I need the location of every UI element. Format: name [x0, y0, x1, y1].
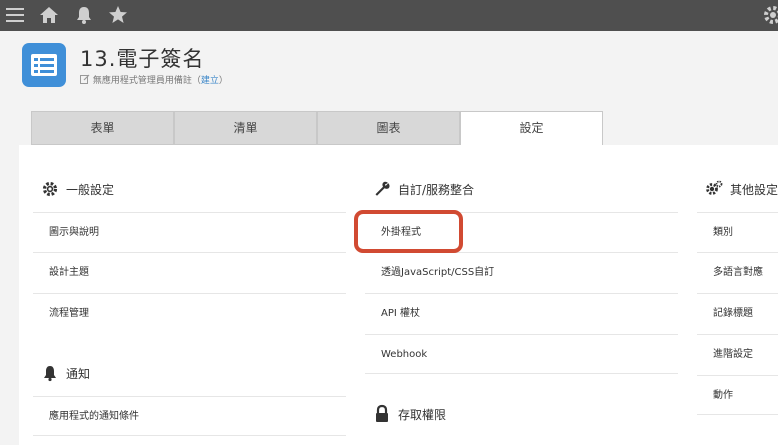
general-settings-title: 一般設定 [66, 182, 115, 197]
tab-list[interactable]: 清單 [174, 111, 317, 145]
app-description: 無應用程式管理員用備註（建立） [80, 73, 228, 86]
link-javascript-css-customization[interactable]: 透過JavaScript/CSS自訂 [365, 252, 678, 292]
other-settings-header: 其他設定 [705, 179, 778, 199]
link-actions[interactable]: 動作 [697, 375, 778, 415]
link-app-notification-conditions[interactable]: 應用程式的通知條件 [33, 396, 346, 436]
app-title: 13.電子簽名 [80, 47, 205, 71]
link-design-theme[interactable]: 設計主題 [33, 252, 346, 292]
settings-panel: 一般設定 圖示與說明 設計主題 流程管理 通知 應用程式的通知條件 自訂/服務整… [19, 145, 778, 445]
link-api-token[interactable]: API 權杖 [365, 293, 678, 333]
tab-form[interactable]: 表單 [31, 111, 174, 145]
access-permissions-title: 存取權限 [398, 407, 447, 422]
notification-header: 通知 [41, 363, 90, 383]
lock-icon [376, 404, 388, 422]
list-icon [31, 54, 57, 76]
access-permissions-header: 存取權限 [373, 404, 446, 424]
star-icon[interactable] [107, 4, 129, 26]
bell-icon[interactable] [73, 4, 95, 26]
paren-close: ） [218, 76, 228, 86]
admin-note: 無應用程式管理員用備註 [92, 76, 192, 86]
app-icon [22, 43, 66, 87]
link-record-title[interactable]: 記錄標題 [697, 293, 778, 333]
custom-integration-header: 自訂/服務整合 [373, 179, 474, 199]
wrench-icon [375, 181, 390, 196]
edit-icon[interactable] [80, 74, 90, 84]
link-webhook[interactable]: Webhook [365, 334, 678, 374]
link-icon-description[interactable]: 圖示與說明 [33, 212, 346, 252]
notification-title: 通知 [66, 366, 91, 381]
link-category[interactable]: 類別 [697, 212, 778, 252]
link-advanced-settings[interactable]: 進階設定 [697, 334, 778, 374]
gear-icon [42, 181, 58, 197]
link-multilingual[interactable]: 多語言對應 [697, 252, 778, 292]
tab-settings[interactable]: 設定 [460, 111, 603, 147]
other-settings-title: 其他設定 [730, 182, 778, 197]
gear-icon[interactable] [762, 4, 778, 26]
plugin-highlight-box [354, 210, 463, 253]
tab-chart[interactable]: 圖表 [317, 111, 460, 145]
bell-icon [44, 366, 56, 382]
general-settings-header: 一般設定 [41, 179, 114, 199]
menu-icon[interactable] [4, 4, 26, 26]
top-navigation-bar [0, 0, 778, 31]
gears-icon [706, 180, 723, 195]
home-icon[interactable] [38, 4, 60, 26]
settings-tabs: 表單 清單 圖表 設定 [31, 111, 603, 147]
custom-integration-title: 自訂/服務整合 [398, 182, 475, 197]
link-process-management[interactable]: 流程管理 [33, 293, 346, 333]
paren-open: （ [191, 76, 201, 86]
create-note-link[interactable]: 建立 [201, 76, 219, 86]
